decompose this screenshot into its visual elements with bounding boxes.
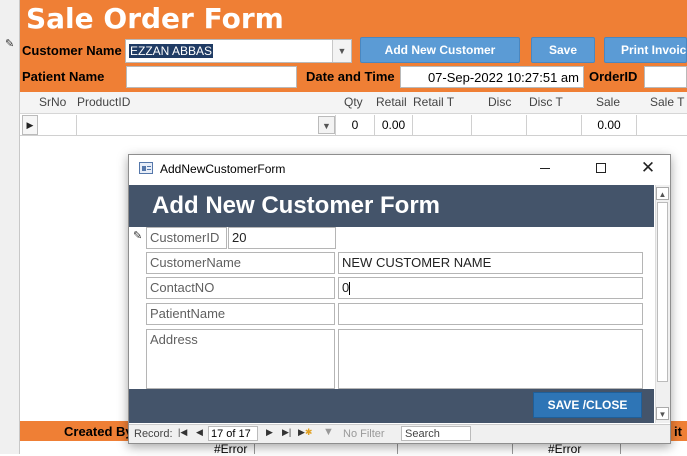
customer-id-field[interactable]: 20 [228, 227, 336, 249]
print-invoice-button[interactable]: Print Invoice [604, 37, 687, 63]
current-record-field[interactable]: 17 of 17 [208, 426, 258, 441]
customer-name-label: Customer Name [22, 43, 122, 58]
close-icon[interactable]: ✕ [640, 158, 656, 178]
contact-no-value: 0 [342, 280, 350, 295]
maximize-icon[interactable] [596, 163, 606, 173]
chevron-down-icon[interactable]: ▼ [332, 40, 351, 62]
col-header-disc: Disc [488, 95, 512, 109]
col-header-productid: ProductID [77, 95, 131, 109]
col-header-sale: Sale [596, 95, 621, 109]
cell-srno[interactable] [38, 115, 77, 135]
dialog-record-pencil-icon: ✎ [133, 230, 143, 242]
patient-name-field[interactable] [126, 66, 297, 88]
dialog-window-title: AddNewCustomerForm [160, 162, 286, 176]
col-header-disc-total: Disc T [529, 95, 563, 109]
address-field[interactable] [338, 329, 643, 389]
date-time-label: Date and Time [306, 69, 395, 84]
customer-name-value: EZZAN ABBAS [129, 44, 214, 58]
customer-name-label: CustomerName [146, 252, 335, 274]
cell-sale[interactable]: 0.00 [582, 115, 637, 135]
col-header-retail-total: Retail T [413, 95, 455, 109]
minimize-icon[interactable] [540, 168, 550, 169]
record-edit-pencil-icon: ✎ [5, 38, 15, 50]
add-new-customer-button[interactable]: Add New Customer [360, 37, 520, 63]
first-record-icon[interactable]: |◀ [178, 427, 187, 438]
footer-edge-text: it [674, 424, 682, 439]
cell-disc-total[interactable] [527, 115, 582, 135]
order-id-label: OrderID [589, 69, 638, 84]
dialog-heading: Add New Customer Form [152, 192, 441, 219]
form-icon [139, 162, 153, 174]
col-header-sale-total: Sale T [650, 95, 685, 109]
record-label: Record: [134, 428, 173, 440]
cell-retail-total[interactable] [413, 115, 472, 135]
patient-name-label: PatientName [146, 303, 335, 325]
scroll-up-icon[interactable]: ▲ [656, 187, 669, 200]
no-filter-button[interactable]: No Filter [343, 428, 385, 440]
customer-name-field[interactable]: NEW CUSTOMER NAME [338, 252, 643, 274]
cell-qty[interactable]: 0 [336, 115, 375, 135]
col-header-qty: Qty [344, 95, 363, 109]
contact-no-field[interactable]: 0 [338, 277, 643, 299]
new-record-icon[interactable]: ▶✱ [298, 427, 312, 438]
cell-productid[interactable] [77, 115, 336, 135]
address-label: Address [146, 329, 335, 389]
contact-no-label: ContactNO [146, 277, 335, 299]
col-header-retail: Retail [376, 95, 407, 109]
previous-record-icon[interactable]: ◀ [196, 427, 203, 438]
patient-name-field[interactable] [338, 303, 643, 325]
save-close-button[interactable]: SAVE /CLOSE [533, 392, 642, 418]
next-record-icon[interactable]: ▶ [266, 427, 273, 438]
form-title: Sale Order Form [26, 2, 284, 35]
text-cursor [349, 282, 351, 296]
filter-icon[interactable]: ▼ [323, 426, 334, 438]
order-id-field[interactable] [644, 66, 687, 88]
col-header-srno: SrNo [39, 95, 67, 109]
scroll-down-icon[interactable]: ▼ [656, 407, 669, 420]
row-selector-arrow-icon[interactable]: ▶ [22, 115, 38, 135]
scroll-thumb[interactable] [657, 202, 668, 382]
cell-retail[interactable]: 0.00 [375, 115, 413, 135]
search-placeholder: Search [405, 428, 440, 440]
patient-name-label: Patient Name [22, 69, 105, 84]
record-selector-strip [0, 0, 20, 454]
save-button[interactable]: Save [531, 37, 595, 63]
customer-id-label: CustomerID [146, 227, 227, 249]
cell-disc[interactable] [472, 115, 527, 135]
customer-name-combo[interactable]: EZZAN ABBAS ▼ [125, 39, 352, 63]
product-dropdown-chevron-icon[interactable]: ▼ [318, 116, 335, 134]
search-input[interactable]: Search [401, 426, 471, 441]
last-record-icon[interactable]: ▶| [282, 427, 291, 438]
date-time-field[interactable]: 07-Sep-2022 10:27:51 am [400, 66, 584, 88]
created-by-label: Created By [64, 424, 133, 439]
